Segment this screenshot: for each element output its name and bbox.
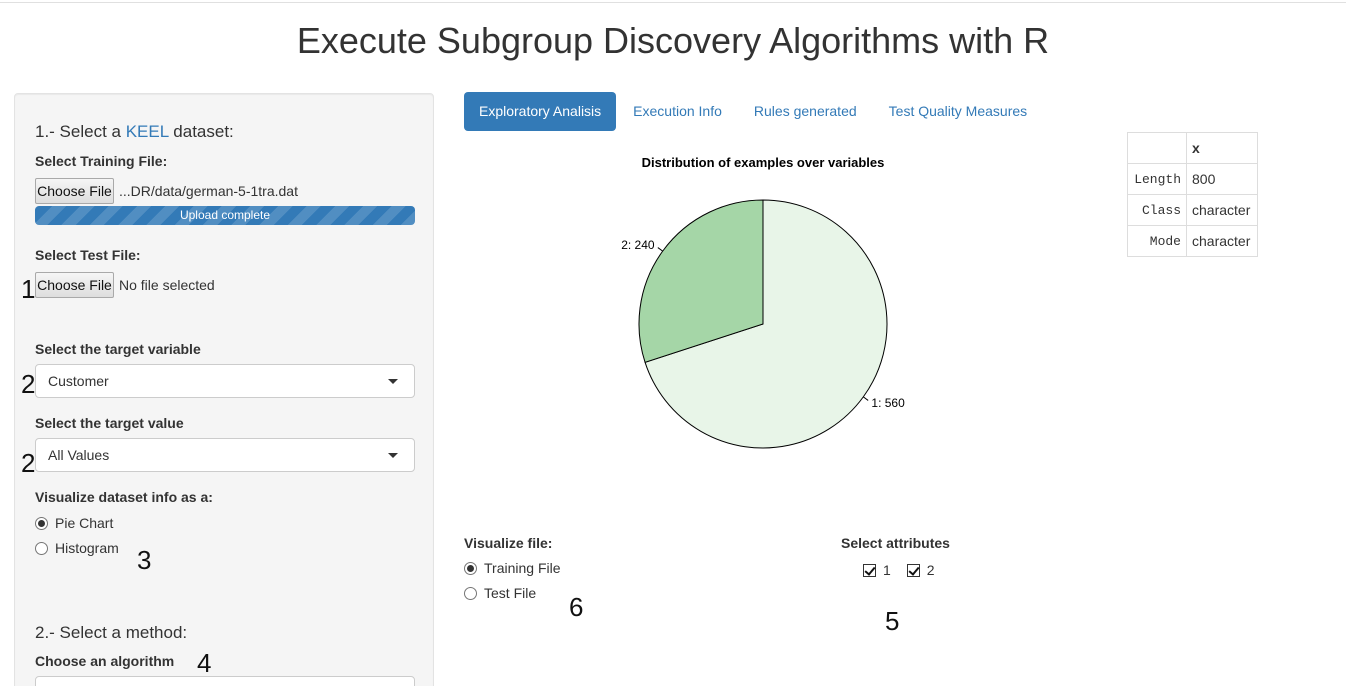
test-file-name: No file selected (119, 277, 215, 293)
test-file-label: Select Test File: (35, 247, 141, 263)
radio-training-file-label: Training File (484, 560, 561, 576)
section1-suffix: dataset: (168, 122, 234, 141)
tab-execution-info[interactable]: Execution Info (618, 92, 737, 131)
table-header-row: x (1127, 132, 1258, 164)
table-cell-key: Mode (1127, 225, 1187, 257)
annotation-marker-2a: 2 (21, 369, 36, 399)
algorithm-select[interactable] (35, 676, 415, 686)
table-cell-value: 800 (1186, 163, 1258, 195)
upload-progress-bar: Upload complete (35, 206, 415, 225)
annotation-marker-6: 6 (569, 592, 584, 622)
section1-heading: 1.- Select a KEEL dataset: (35, 122, 234, 142)
table-cell-key: Class (1127, 194, 1187, 226)
attributes-checkbox-group: 1 2 (863, 562, 951, 578)
radio-pie-chart-label: Pie Chart (55, 515, 114, 531)
annotation-marker-3: 3 (137, 545, 152, 575)
checkbox-attribute-2[interactable]: 2 (906, 562, 935, 578)
table-header-x: x (1186, 132, 1258, 164)
chevron-down-icon (388, 379, 398, 384)
main-tabs: Exploratory Analisis Execution Info Rule… (464, 92, 1044, 131)
annotation-marker-1: 1 (21, 274, 36, 304)
annotation-marker-5: 5 (885, 606, 900, 636)
radio-test-file-label: Test File (484, 585, 537, 601)
radio-training-file[interactable]: Training File (464, 560, 561, 576)
radio-unselected-icon[interactable] (35, 541, 48, 555)
table-cell-value: character (1186, 225, 1258, 257)
pie-label: 2: 240 (621, 238, 655, 252)
target-variable-select[interactable]: Customer (35, 364, 415, 398)
checkbox-attribute-1[interactable]: 1 (863, 562, 891, 578)
radio-test-file[interactable]: Test File (464, 585, 536, 601)
pie-label-tick (657, 247, 663, 252)
sidebar-panel: 1.- Select a KEEL dataset: Select Traini… (14, 93, 434, 686)
checkbox-checked-icon[interactable] (863, 563, 876, 577)
table-cell-value: character (1186, 194, 1258, 226)
checkbox-attribute-1-label: 1 (883, 562, 891, 578)
table-row: Class character (1127, 194, 1258, 226)
test-choose-file-button[interactable]: Choose File (35, 272, 114, 298)
visualize-info-label: Visualize dataset info as a: (35, 489, 213, 505)
radio-pie-chart[interactable]: Pie Chart (35, 515, 113, 531)
radio-unselected-icon[interactable] (464, 586, 477, 600)
radio-selected-icon[interactable] (464, 561, 477, 575)
section1-prefix: 1.- Select a (35, 122, 126, 141)
pie-chart: 1: 560 2: 240 (621, 199, 905, 449)
radio-selected-icon[interactable] (35, 516, 48, 530)
section2-heading: 2.- Select a method: (35, 623, 188, 642)
target-value-select[interactable]: All Values (35, 438, 415, 472)
keel-link[interactable]: KEEL (126, 122, 169, 141)
table-cell-key: Length (1127, 163, 1187, 195)
annotation-marker-4: 4 (197, 648, 212, 678)
tab-test-quality-measures[interactable]: Test Quality Measures (874, 92, 1043, 131)
annotation-marker-2b: 2 (21, 448, 36, 478)
chevron-down-icon (388, 453, 398, 458)
table-row: Mode character (1127, 225, 1258, 257)
select-attributes-label: Select attributes (841, 535, 950, 551)
tab-rules-generated[interactable]: Rules generated (739, 92, 872, 131)
target-value-label: Select the target value (35, 415, 184, 431)
top-divider (0, 2, 1346, 3)
target-variable-value: Customer (48, 373, 109, 389)
pie-label: 1: 560 (871, 396, 905, 410)
target-variable-label: Select the target variable (35, 341, 201, 357)
visualize-file-label: Visualize file: (464, 535, 553, 551)
page-title: Execute Subgroup Discovery Algorithms wi… (296, 20, 1050, 61)
chart-title: Distribution of examples over variables (641, 155, 885, 170)
target-value-value: All Values (48, 447, 110, 463)
checkbox-attribute-2-label: 2 (926, 562, 935, 578)
training-file-name: ...DR/data/german-5-1tra.dat (119, 183, 298, 199)
tab-exploratory-analisis[interactable]: Exploratory Analisis (464, 92, 617, 131)
radio-histogram[interactable]: Histogram (35, 540, 119, 556)
summary-table: x Length 800 Class character Mode charac… (1127, 132, 1258, 257)
training-file-label: Select Training File: (35, 153, 168, 169)
checkbox-checked-icon[interactable] (906, 563, 920, 577)
pie-label-tick (863, 396, 869, 401)
radio-histogram-label: Histogram (55, 540, 119, 556)
table-row: Length 800 (1127, 163, 1258, 195)
algorithm-label: Choose an algorithm (35, 653, 175, 669)
training-choose-file-button[interactable]: Choose File (35, 178, 114, 204)
table-header-blank (1127, 132, 1187, 164)
